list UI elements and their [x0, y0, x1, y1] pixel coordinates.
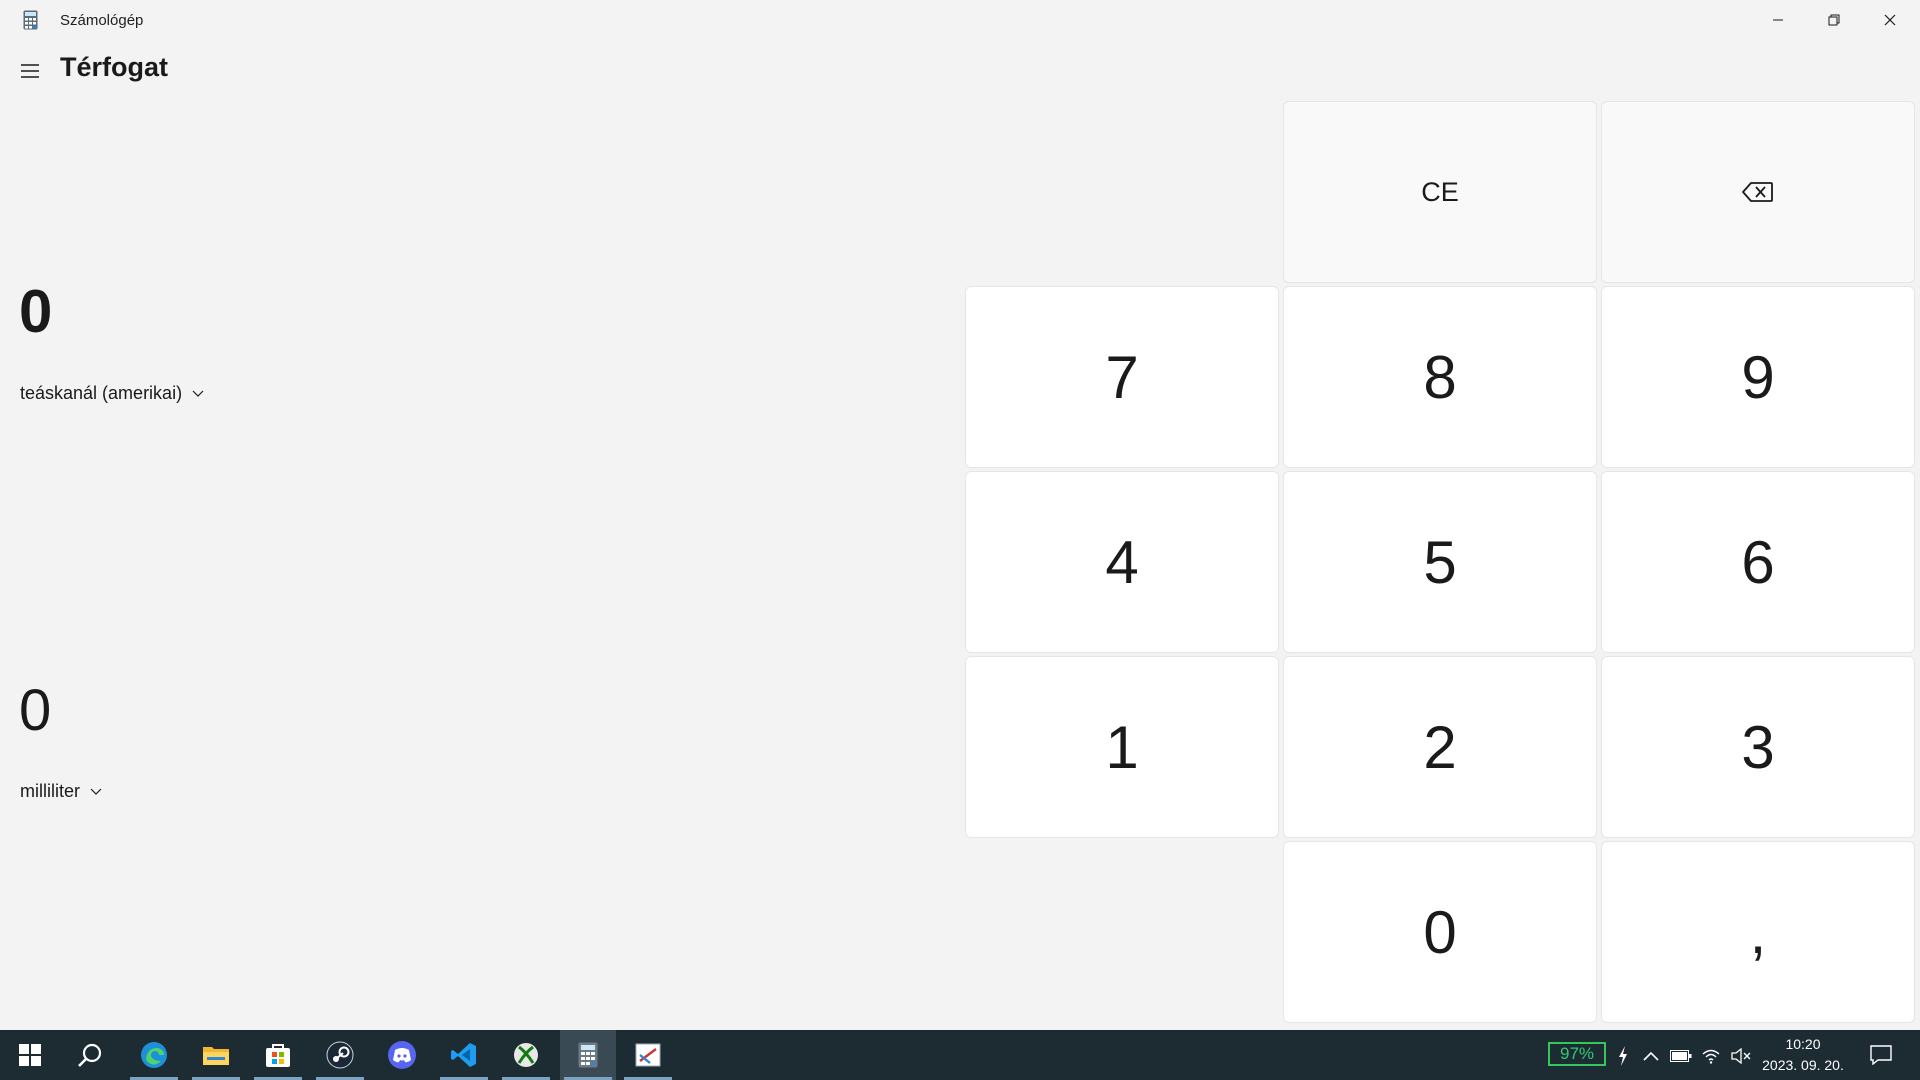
backspace-icon [1742, 182, 1773, 202]
close-icon [1884, 14, 1896, 26]
digit-8-button[interactable]: 8 [1284, 287, 1596, 467]
title-bar: Számológép [0, 0, 1920, 40]
volume-tray-button[interactable] [1730, 1045, 1752, 1067]
search-icon [78, 1043, 102, 1067]
chevron-down-icon [192, 390, 204, 397]
digit-6-button[interactable]: 6 [1602, 472, 1914, 652]
notification-icon [1870, 1045, 1892, 1065]
battery-icon [1670, 1050, 1692, 1062]
edge-icon [141, 1042, 167, 1068]
file-explorer-icon [203, 1047, 229, 1065]
to-unit-label: milliliter [20, 781, 80, 801]
minimize-icon [1773, 19, 1783, 21]
show-hidden-icons-button[interactable] [1640, 1045, 1662, 1067]
minimize-button[interactable] [1750, 0, 1806, 40]
window-title: Számológép [60, 12, 144, 29]
xbox-icon [514, 1043, 538, 1067]
start-button[interactable] [4, 1030, 56, 1080]
digit-2-button[interactable]: 2 [1284, 657, 1596, 837]
taskbar-snipping-tool[interactable] [622, 1030, 674, 1080]
taskbar-vscode[interactable] [438, 1030, 490, 1080]
chevron-up-icon [1643, 1051, 1659, 1061]
clear-entry-button[interactable]: CE [1284, 102, 1596, 282]
search-button[interactable] [64, 1030, 116, 1080]
wifi-icon [1702, 1049, 1720, 1064]
battery-percent-indicator[interactable]: 97% [1548, 1042, 1606, 1066]
taskbar-xbox[interactable] [500, 1030, 552, 1080]
digit-7-button[interactable]: 7 [966, 287, 1278, 467]
discord-icon [388, 1041, 416, 1069]
start-icon [19, 1044, 41, 1066]
to-unit-dropdown[interactable]: milliliter [20, 781, 102, 802]
calculator-app-icon [23, 10, 38, 30]
input-value[interactable]: 0 [19, 282, 52, 342]
store-icon [266, 1044, 290, 1067]
restore-button[interactable] [1806, 0, 1862, 40]
hamburger-icon [21, 64, 39, 78]
network-tray-button[interactable] [1700, 1045, 1722, 1067]
mode-title: Térfogat [60, 52, 168, 82]
steam-icon [326, 1041, 354, 1069]
from-unit-label: teáskanál (amerikai) [20, 383, 183, 403]
taskbar-file-explorer[interactable] [190, 1030, 242, 1080]
taskbar-clock[interactable]: 10:20 2023. 09. 20. [1758, 1034, 1848, 1076]
volume-muted-icon [1731, 1048, 1751, 1064]
snipping-tool-icon [635, 1043, 661, 1067]
close-button[interactable] [1862, 0, 1918, 40]
digit-0-button[interactable]: 0 [1284, 842, 1596, 1022]
taskbar-calculator[interactable] [560, 1030, 616, 1080]
digit-4-button[interactable]: 4 [966, 472, 1278, 652]
taskbar-discord[interactable] [376, 1030, 428, 1080]
digit-9-button[interactable]: 9 [1602, 287, 1914, 467]
backspace-button[interactable] [1602, 102, 1914, 282]
taskbar-store[interactable] [252, 1030, 304, 1080]
output-value[interactable]: 0 [19, 682, 51, 740]
chevron-down-icon [90, 788, 102, 795]
taskbar: 97% 10:20 2023. 09. 20. [0, 1030, 1920, 1080]
decimal-separator-button[interactable]: , [1602, 842, 1914, 1022]
digit-5-button[interactable]: 5 [1284, 472, 1596, 652]
clock-date: 2023. 09. 20. [1762, 1057, 1844, 1073]
charging-icon [1612, 1045, 1634, 1067]
vscode-icon [451, 1043, 476, 1067]
clock-time: 10:20 [1785, 1036, 1821, 1052]
taskbar-edge[interactable] [128, 1030, 180, 1080]
restore-icon [1828, 14, 1840, 26]
navigation-menu-button[interactable] [14, 57, 46, 85]
calculator-icon [578, 1042, 598, 1068]
notifications-button[interactable] [1868, 1043, 1894, 1067]
digit-1-button[interactable]: 1 [966, 657, 1278, 837]
from-unit-dropdown[interactable]: teáskanál (amerikai) [20, 383, 204, 404]
battery-tray-button[interactable] [1670, 1045, 1692, 1067]
taskbar-steam[interactable] [314, 1030, 366, 1080]
digit-3-button[interactable]: 3 [1602, 657, 1914, 837]
